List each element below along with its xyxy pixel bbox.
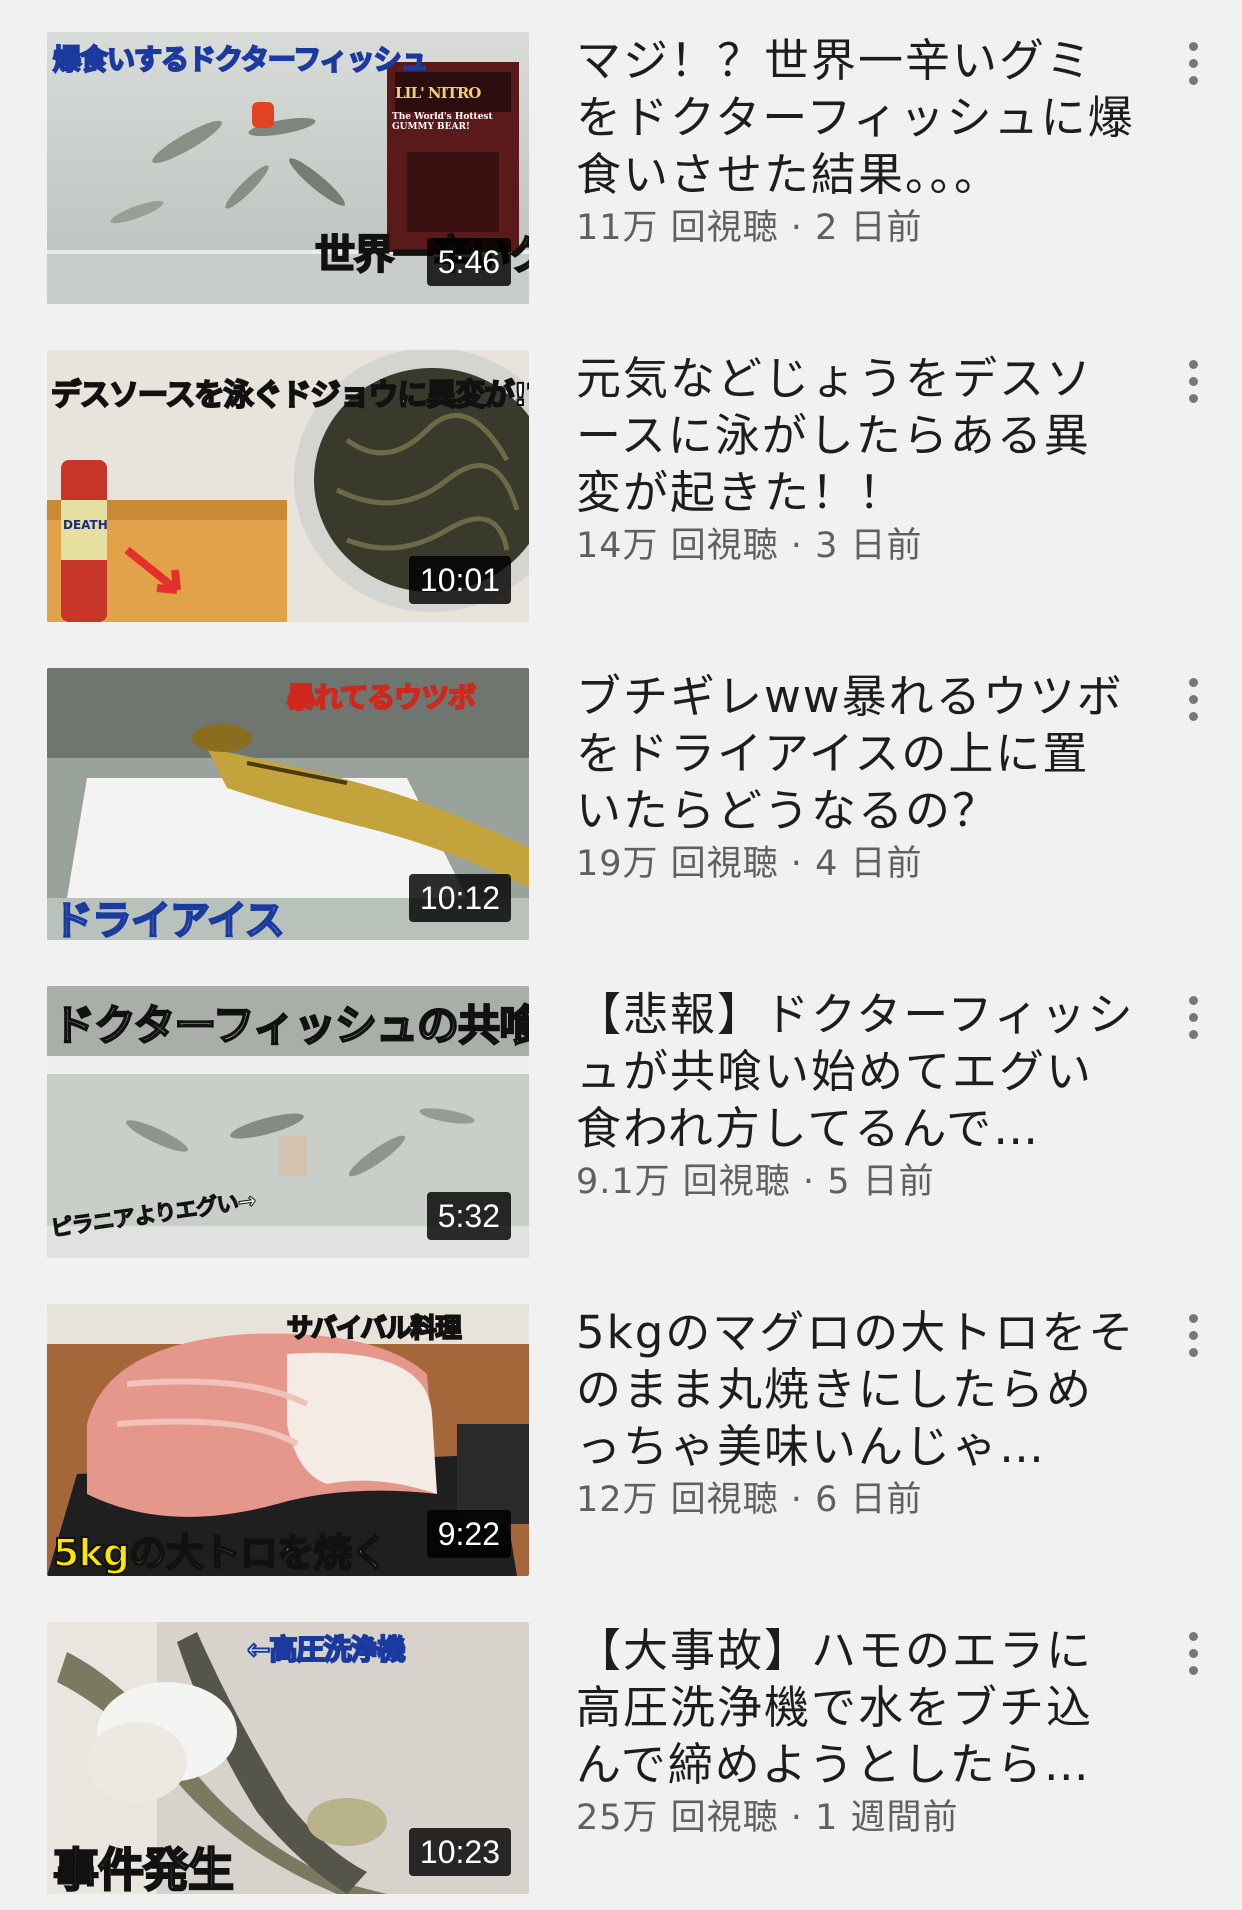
video-title[interactable]: 5kgのマグロの大トロをそのまま丸焼きにしたらめっちゃ美味いんじゃ… <box>576 1304 1136 1475</box>
video-duration: 10:01 <box>408 556 511 604</box>
video-duration: 10:12 <box>408 874 511 922</box>
video-title[interactable]: 【大事故】ハモのエラに高圧洗浄機で水をブチ込んで締めようとしたら… <box>576 1622 1136 1793</box>
video-item[interactable]: 暴れてるウツボ ドライアイス 10:12 ブチギレww暴れるウツボをドライアイス… <box>0 636 1242 954</box>
video-duration: 5:46 <box>426 238 511 286</box>
video-title[interactable]: 元気などじょうをデスソースに泳がしたらある異変が起きた！！ <box>576 350 1136 521</box>
upload-age: 6 日前 <box>815 1480 923 1520</box>
video-meta: 【大事故】ハモのエラに高圧洗浄機で水をブチ込んで締めようとしたら… 25万 回視… <box>576 1622 1136 1841</box>
upload-age: 4 日前 <box>815 844 923 884</box>
view-count: 11万 回視聴 <box>576 208 779 248</box>
video-item[interactable]: ドクターフィッシュの共喰い ピラニアよりエグい→ 5:32 【悲報】ドクターフィ… <box>0 954 1242 1272</box>
more-options-icon[interactable] <box>1170 34 1216 94</box>
thumbnail-caption: サバイバル料理 <box>286 1313 462 1345</box>
separator: · <box>778 526 816 566</box>
thumbnail-caption: ドクターフィッシュの共喰い <box>52 1000 529 1051</box>
thumbnail-caption: デスソースを泳ぐドジョウに異変が!? <box>50 377 529 414</box>
upload-age: 5 日前 <box>827 1162 935 1202</box>
video-stats: 12万 回視聴 · 6 日前 <box>576 1477 1136 1523</box>
separator: · <box>778 1798 816 1838</box>
video-item[interactable]: デスソースを泳ぐドジョウに異変が!? DEATH 10:01 元気などじょうをデ… <box>0 318 1242 636</box>
video-meta: 5kgのマグロの大トロをそのまま丸焼きにしたらめっちゃ美味いんじゃ… 12万 回… <box>576 1304 1136 1523</box>
video-meta: マジ！？世界一辛いグミをドクターフィッシュに爆食いさせた結果。。。 11万 回視… <box>576 32 1136 251</box>
thumbnail-caption: 事件発生 <box>52 1842 235 1894</box>
video-stats: 14万 回視聴 · 3 日前 <box>576 523 1136 569</box>
separator: · <box>778 208 816 248</box>
separator: · <box>778 844 816 884</box>
view-count: 19万 回視聴 <box>576 844 779 884</box>
view-count: 14万 回視聴 <box>576 526 779 566</box>
video-title[interactable]: 【悲報】ドクターフィッシュが共喰い始めてエグい食われ方してるんで… <box>576 986 1136 1157</box>
more-options-icon[interactable] <box>1170 1624 1216 1684</box>
thumbnail-caption: The World's Hottest GUMMY BEAR! <box>392 112 493 132</box>
video-title[interactable]: ブチギレww暴れるウツボをドライアイスの上に置いたらどうなるの？ <box>576 668 1136 839</box>
upload-age: 3 日前 <box>815 526 923 566</box>
separator: · <box>778 1480 816 1520</box>
more-options-icon[interactable] <box>1170 670 1216 730</box>
more-options-icon[interactable] <box>1170 1306 1216 1366</box>
thumbnail-caption: 5kgの大トロを焼く <box>52 1530 390 1576</box>
video-meta: 元気などじょうをデスソースに泳がしたらある異変が起きた！！ 14万 回視聴 · … <box>576 350 1136 569</box>
video-meta: 【悲報】ドクターフィッシュが共喰い始めてエグい食われ方してるんで… 9.1万 回… <box>576 986 1136 1205</box>
video-stats: 19万 回視聴 · 4 日前 <box>576 841 1136 887</box>
thumbnail-caption: DEATH <box>63 518 108 532</box>
video-thumbnail[interactable]: 爆食いするドクターフィッシュ LIL' NITRO The World's Ho… <box>47 32 529 304</box>
thumbnail-caption: ドライアイス <box>52 897 286 940</box>
video-title[interactable]: マジ！？世界一辛いグミをドクターフィッシュに爆食いさせた結果。。。 <box>576 32 1136 203</box>
view-count: 12万 回視聴 <box>576 1480 779 1520</box>
view-count: 25万 回視聴 <box>576 1798 779 1838</box>
thumbnail-caption: ←高圧洗浄機 <box>246 1632 406 1667</box>
video-item[interactable]: ←高圧洗浄機 事件発生 10:23 【大事故】ハモのエラに高圧洗浄機で水をブチ込… <box>0 1590 1242 1908</box>
more-options-icon[interactable] <box>1170 988 1216 1048</box>
video-thumbnail[interactable]: サバイバル料理 5kgの大トロを焼く 9:22 <box>47 1304 529 1576</box>
thumbnail-caption: LIL' NITRO <box>395 84 481 102</box>
view-count: 9.1万 回視聴 <box>576 1162 791 1202</box>
video-duration: 9:22 <box>426 1510 511 1558</box>
video-item[interactable]: サバイバル料理 5kgの大トロを焼く 9:22 5kgのマグロの大トロをそのまま… <box>0 1272 1242 1590</box>
video-thumbnail[interactable]: デスソースを泳ぐドジョウに異変が!? DEATH 10:01 <box>47 350 529 622</box>
video-duration: 5:32 <box>426 1192 511 1240</box>
separator: · <box>790 1162 828 1202</box>
video-stats: 11万 回視聴 · 2 日前 <box>576 205 1136 251</box>
video-item[interactable]: 爆食いするドクターフィッシュ LIL' NITRO The World's Ho… <box>0 0 1242 318</box>
video-stats: 25万 回視聴 · 1 週間前 <box>576 1795 1136 1841</box>
video-stats: 9.1万 回視聴 · 5 日前 <box>576 1159 1136 1205</box>
more-options-icon[interactable] <box>1170 352 1216 412</box>
video-thumbnail[interactable]: ドクターフィッシュの共喰い ピラニアよりエグい→ 5:32 <box>47 986 529 1258</box>
video-meta: ブチギレww暴れるウツボをドライアイスの上に置いたらどうなるの？ 19万 回視聴… <box>576 668 1136 887</box>
upload-age: 2 日前 <box>815 208 923 248</box>
upload-age: 1 週間前 <box>815 1798 959 1838</box>
thumbnail-caption: 爆食いするドクターフィッシュ <box>52 42 430 77</box>
video-duration: 10:23 <box>408 1828 511 1876</box>
video-thumbnail[interactable]: ←高圧洗浄機 事件発生 10:23 <box>47 1622 529 1894</box>
video-thumbnail[interactable]: 暴れてるウツボ ドライアイス 10:12 <box>47 668 529 940</box>
video-list: 爆食いするドクターフィッシュ LIL' NITRO The World's Ho… <box>0 0 1242 1910</box>
thumbnail-caption: 暴れてるウツボ <box>286 680 477 715</box>
